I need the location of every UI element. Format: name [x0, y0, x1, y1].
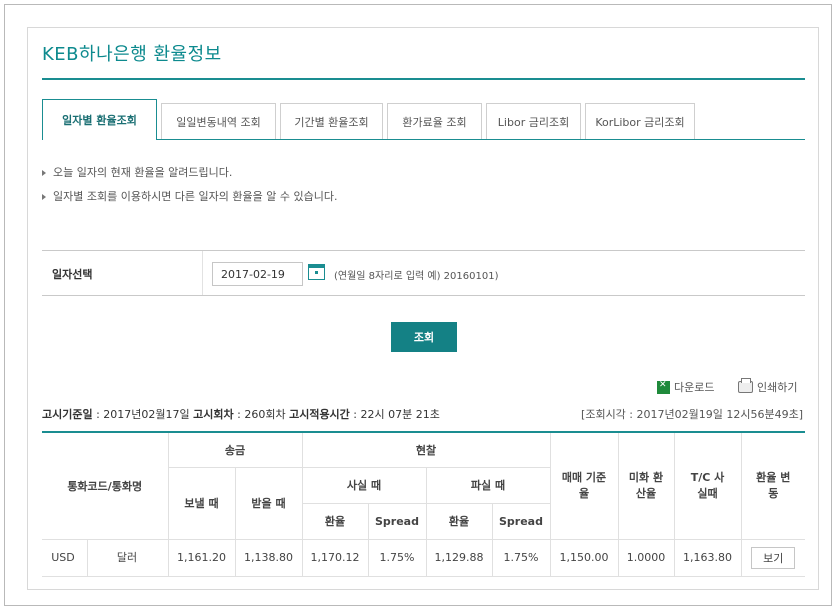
- currency-code: USD: [51, 550, 75, 564]
- apply-time-label: 고시적용시간: [289, 408, 350, 421]
- header-currency: 통화코드/통화명: [42, 431, 169, 540]
- query-time: [조회시각 : 2017년02월19일 12시56분49초]: [581, 408, 803, 421]
- header-remit-send: 보낼 때: [168, 466, 236, 540]
- header-change: 환율 변동: [740, 431, 805, 540]
- notice-info: 고시기준일 : 2017년02월17일 고시회차 : 260회차 고시적용시간 …: [42, 406, 440, 422]
- currency-cell: USD 달러: [42, 538, 169, 577]
- tab-libor[interactable]: Libor 금리조회: [486, 103, 581, 139]
- date-select-label: 일자선택: [52, 268, 93, 281]
- download-label: 다운로드: [674, 381, 715, 394]
- notice-item: 오늘 일자의 현재 환율을 알려드립니다.: [42, 166, 337, 190]
- header-tc-buy: T/C 사실때: [673, 431, 742, 540]
- notice-item: 일자별 조회를 이용하시면 다른 일자의 환율을 알 수 있습니다.: [42, 190, 337, 214]
- header-remit-receive: 받을 때: [234, 466, 303, 540]
- excel-icon: [657, 380, 670, 394]
- header-cash-sell-spread: Spread: [491, 502, 550, 540]
- remit-receive-cell: 1,138.80: [234, 538, 303, 577]
- tab-daily-change[interactable]: 일일변동내역 조회: [161, 103, 276, 139]
- remit-send-cell: 1,161.20: [167, 538, 236, 577]
- apply-time-value: : 22시 07분 21초: [349, 408, 440, 421]
- cash-sell-spread-cell: 1.75%: [491, 538, 551, 577]
- page-title: KEB하나은행 환율정보: [42, 44, 222, 65]
- view-change-button[interactable]: 보기: [751, 546, 796, 569]
- printer-icon: [738, 378, 753, 393]
- search-button[interactable]: 조회: [391, 322, 457, 352]
- window-frame: KEB하나은행 환율정보 일자별 환율조회 일일변동내역 조회 기간별 환율조회…: [4, 4, 832, 606]
- usd-rate-cell: 1.0000: [617, 538, 675, 577]
- exchange-rate-table: 통화코드/통화명 송금 현찰 매매 기준율 미화 환산율 T/C 사실때 환율 …: [42, 431, 805, 577]
- tab-daily-rate[interactable]: 일자별 환율조회: [42, 99, 157, 140]
- exchange-rate-panel: KEB하나은행 환율정보 일자별 환율조회 일일변동내역 조회 기간별 환율조회…: [27, 27, 819, 590]
- date-select-row: 일자선택 (연월일 8자리로 입력 예) 20160101): [42, 250, 805, 296]
- header-cash-buy: 사실 때: [301, 466, 427, 504]
- title-divider: [42, 78, 805, 80]
- calendar-icon[interactable]: [308, 264, 325, 280]
- header-usd-rate: 미화 환산율: [617, 431, 675, 540]
- header-cash-buy-rate: 환율: [302, 502, 369, 540]
- download-button[interactable]: 다운로드: [657, 379, 714, 395]
- round-label: 고시회차: [193, 408, 234, 421]
- tab-exchange-commission[interactable]: 환가료율 조회: [387, 103, 482, 139]
- header-remit: 송금: [167, 431, 303, 468]
- cash-buy-rate-cell: 1,170.12: [301, 538, 369, 577]
- date-input[interactable]: [212, 262, 303, 286]
- tab-period-rate[interactable]: 기간별 환율조회: [280, 103, 383, 139]
- date-format-hint: (연월일 8자리로 입력 예) 20160101): [334, 271, 499, 282]
- table-row: USD 달러 1,161.20 1,138.80 1,170.12 1.75% …: [42, 538, 805, 577]
- base-rate-cell: 1,150.00: [549, 538, 619, 577]
- date-row-separator: [202, 251, 203, 295]
- currency-name: 달러: [86, 539, 167, 576]
- cash-sell-rate-cell: 1,129.88: [425, 538, 493, 577]
- tc-buy-cell: 1,163.80: [673, 538, 742, 577]
- notice-list: 오늘 일자의 현재 환율을 알려드립니다. 일자별 조회를 이용하시면 다른 일…: [42, 166, 337, 214]
- base-date-value: : 2017년02월17일: [92, 408, 194, 421]
- header-cash: 현찰: [301, 431, 551, 468]
- tab-bar: 일자별 환율조회 일일변동내역 조회 기간별 환율조회 환가료율 조회 Libo…: [42, 99, 805, 140]
- base-date-label: 고시기준일: [42, 408, 93, 421]
- change-cell: 보기: [740, 538, 805, 577]
- round-value: : 260회차: [233, 408, 290, 421]
- header-base-rate: 매매 기준율: [549, 431, 619, 540]
- print-label: 인쇄하기: [757, 381, 798, 394]
- header-cash-sell-rate: 환율: [425, 502, 493, 540]
- header-cash-sell: 파실 때: [425, 466, 550, 504]
- header-cash-buy-spread: Spread: [367, 502, 427, 540]
- cash-buy-spread-cell: 1.75%: [367, 538, 427, 577]
- tab-korlibor[interactable]: KorLibor 금리조회: [585, 103, 695, 139]
- print-button[interactable]: 인쇄하기: [738, 378, 798, 395]
